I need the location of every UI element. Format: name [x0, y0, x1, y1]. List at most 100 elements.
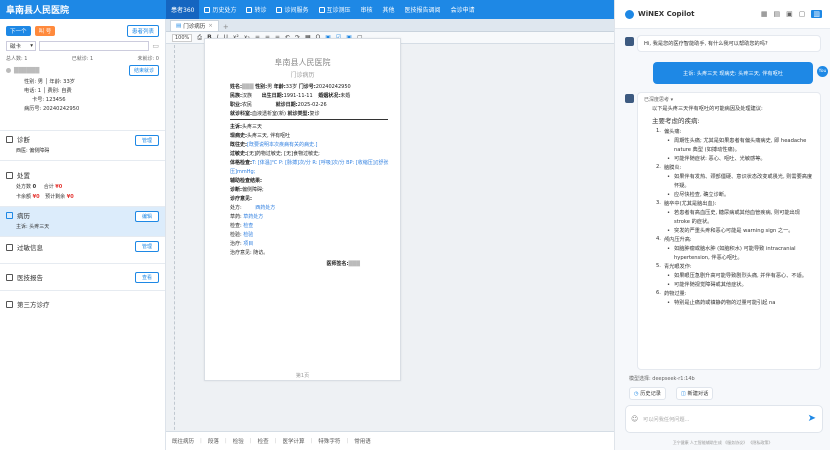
- new-chat-button[interactable]: ◫ 新建对话: [675, 387, 714, 400]
- copilot-title: WiNEX Copilot: [638, 10, 695, 18]
- video-icon[interactable]: ▣: [786, 10, 793, 18]
- editor-bottom-bar: 既往病历 | 段落 | 检验 | 检查 | 医学计算 | 特殊字符 | 常用语: [166, 431, 614, 450]
- answer-item-title: 脑膜炎:: [663, 165, 682, 171]
- diagnosis-manage-button[interactable]: 管理: [134, 135, 159, 146]
- bottom-history-record[interactable]: 既往病历: [172, 437, 194, 445]
- record-document[interactable]: 阜南县人民医院 门诊病历 姓名:███ 性别:男 年龄:33岁 门诊号:2024…: [204, 38, 401, 381]
- pressure-icon: [318, 6, 325, 13]
- patient-card: ██████ 结束就诊 性别: 男 │ 年龄: 33岁 电话: 1 │ 费别: …: [0, 62, 165, 130]
- thinking-toggle[interactable]: 已深度思考 ▾: [644, 96, 814, 103]
- doc-icon: ▤: [176, 23, 182, 29]
- answer-heading: 主要考虑的疾病:: [652, 117, 700, 125]
- nav-review[interactable]: 审核: [356, 0, 378, 19]
- bottom-check[interactable]: 检查: [258, 437, 269, 445]
- chevron-down-icon: ▾: [670, 97, 674, 103]
- answer-bullet: • 突发的严重头疼和恶心可能是 warning sign 之一。: [667, 228, 794, 234]
- record-icon: [6, 211, 13, 219]
- history-icon: [204, 6, 211, 13]
- copilot-header: WiNEX Copilot ▦ ▤ ▣ ▢ ▥: [615, 0, 830, 29]
- avatar: [6, 68, 11, 73]
- top-bar: 阜南县人民医院 患者360 历史处方 转诊 诊间服务 互诊测压 审核 其他 医技…: [0, 0, 614, 19]
- patient-card-no: 卡号: 123456: [32, 97, 66, 103]
- patient-panel: 下一个 叫 号 患者列表 磁卡 ▾ ▭ 总人数: 1 已就诊: 1 未就诊: 0 …: [0, 19, 166, 450]
- prescription-icon: [6, 171, 13, 179]
- history-button[interactable]: ◷ 历史记录: [629, 387, 666, 400]
- nav-tech-report[interactable]: 医技报告调阅: [400, 0, 446, 19]
- report-icon: [6, 273, 13, 281]
- card-type-select[interactable]: 磁卡 ▾: [6, 41, 36, 51]
- end-visit-button[interactable]: 结束就诊: [128, 65, 159, 76]
- patient-nation: 电话: 1 │ 费别: 自费: [24, 88, 72, 94]
- nav-patient360[interactable]: 患者360: [166, 0, 200, 19]
- tab-outpatient-record[interactable]: ▤ 门诊病历 ×: [170, 20, 219, 31]
- nav-clinic-service[interactable]: 诊间服务: [271, 0, 313, 19]
- section-report: 医技报告 查看: [0, 263, 165, 290]
- bottom-test[interactable]: 检验: [233, 437, 244, 445]
- section-record[interactable]: 病历 编辑 主诉: 头疼三天: [0, 206, 165, 236]
- copilot-panel: WiNEX Copilot ▦ ▤ ▣ ▢ ▥ Hi, 我是您的医疗智能助手, …: [614, 0, 830, 450]
- answer-item-title: 青光眼发作:: [663, 264, 692, 270]
- nav-history-rx[interactable]: 历史处方: [199, 0, 241, 19]
- answer-item-title: 偏头痛:: [663, 129, 682, 135]
- diagnosis-icon: [6, 135, 13, 143]
- report-view-button[interactable]: 查看: [134, 272, 159, 283]
- bullet-icon: •: [667, 210, 671, 216]
- answer-bullet: • 周期性头痛; 尤其是如果患者有偏头痛病史, 即 headache nature…: [667, 138, 807, 153]
- third-party-icon: [6, 300, 13, 308]
- answer-bullet: • 可能伴随症状: 恶心、呕吐、光敏感等。: [667, 156, 766, 162]
- zoom-select[interactable]: 100%: [172, 33, 193, 42]
- call-number-button[interactable]: 叫 号: [34, 26, 56, 36]
- answer-bullet: • 如果伴有发热、颈部僵硬、意识状态改变或畏光, 则需要高度怀疑。: [667, 174, 813, 189]
- bullet-icon: •: [667, 156, 671, 162]
- answer-item-title: 颅内压升高:: [663, 237, 692, 243]
- close-icon[interactable]: ×: [208, 23, 213, 29]
- attach-icon[interactable]: ☺: [631, 415, 638, 423]
- bullet-icon: •: [667, 273, 671, 279]
- screen-icon[interactable]: ▢: [799, 10, 806, 18]
- nav-referral[interactable]: 转诊: [241, 0, 271, 19]
- panel-icon[interactable]: ▥: [811, 10, 822, 18]
- answer-item-title: 脑卒中(尤其是脑出血):: [663, 201, 717, 207]
- card-number-input[interactable]: [39, 41, 150, 51]
- copilot-logo-icon: [625, 9, 634, 19]
- chat-input[interactable]: ☺ 可以问我任何问题... ➤: [625, 405, 823, 433]
- bottom-common-phrase[interactable]: 常用语: [354, 437, 371, 445]
- model-select[interactable]: 模型选择: deepseek-r1:14b: [629, 375, 695, 382]
- section-allergy: 过敏信息 管理: [0, 236, 165, 263]
- answer-bullet: • 应尽快检查, 确立诊断。: [667, 192, 730, 198]
- answer-message: 已深度思考 ▾ 以下是头疼三天伴有呕吐的可能病因及处理建议: 主要考虑的疾病: …: [637, 92, 821, 370]
- nav-other[interactable]: 其他: [378, 0, 400, 19]
- answer-intro: 以下是头疼三天伴有呕吐的可能病因及处理建议:: [652, 106, 763, 112]
- send-icon[interactable]: ➤: [808, 413, 816, 424]
- answer-bullet: • 若患者有高血压史, 糖尿病或其他血管疾病, 则可能出现 stroke 的症状。: [667, 210, 800, 225]
- chevron-down-icon: ▾: [30, 43, 33, 49]
- hospital-name: 阜南县人民医院: [6, 6, 70, 16]
- copilot-footer: 卫宁健康 人工智能辅助生成 《服务协议》 《隐私政策》: [672, 440, 773, 445]
- card-reader-icon[interactable]: ▭: [152, 42, 159, 50]
- main-nav: 患者360 历史处方 转诊 诊间服务 互诊测压 审核 其他 医技报告调阅 会诊申…: [166, 0, 480, 19]
- editor-tabbar: ▤ 门诊病历 × +: [166, 19, 614, 32]
- add-tab-icon[interactable]: +: [219, 23, 233, 31]
- patient-list-button[interactable]: 患者列表: [126, 25, 159, 37]
- bottom-paragraph[interactable]: 段落: [208, 437, 219, 445]
- allergy-manage-button[interactable]: 管理: [134, 241, 159, 252]
- bullet-icon: •: [667, 174, 671, 180]
- bottom-special-char[interactable]: 特殊字符: [318, 437, 340, 445]
- nav-consult-pressure[interactable]: 互诊测压: [314, 0, 356, 19]
- print-icon[interactable]: ⎙: [197, 34, 202, 42]
- section-prescription: 处置 处方数 0 合计 ¥0 卡余额 ¥0 预计剩余 ¥0: [0, 160, 165, 206]
- referral-icon: [246, 6, 253, 13]
- bottom-medical-calc[interactable]: 医学计算: [283, 437, 305, 445]
- grid-icon[interactable]: ▦: [761, 10, 768, 18]
- next-patient-button[interactable]: 下一个: [6, 26, 31, 36]
- section-diagnosis: 诊断 管理 西医: 偏侧障碍: [0, 130, 165, 160]
- patient-record-no: 病历号: 20240242950: [24, 106, 80, 112]
- record-edit-button[interactable]: 编辑: [134, 211, 159, 222]
- answer-bullet: • 如脑肿瘤或脑水肿 (如脑积水) 可能导致 intracranial hyper…: [667, 246, 796, 261]
- visit-stats: 总人数: 1 已就诊: 1 未就诊: 0: [6, 56, 159, 62]
- record-detail: 主诉: 头疼三天: [16, 224, 50, 230]
- doc-icon[interactable]: ▤: [774, 10, 781, 18]
- nav-consultation[interactable]: 会诊申请: [446, 0, 480, 19]
- assistant-avatar: [625, 94, 634, 103]
- allergy-icon: [6, 243, 13, 251]
